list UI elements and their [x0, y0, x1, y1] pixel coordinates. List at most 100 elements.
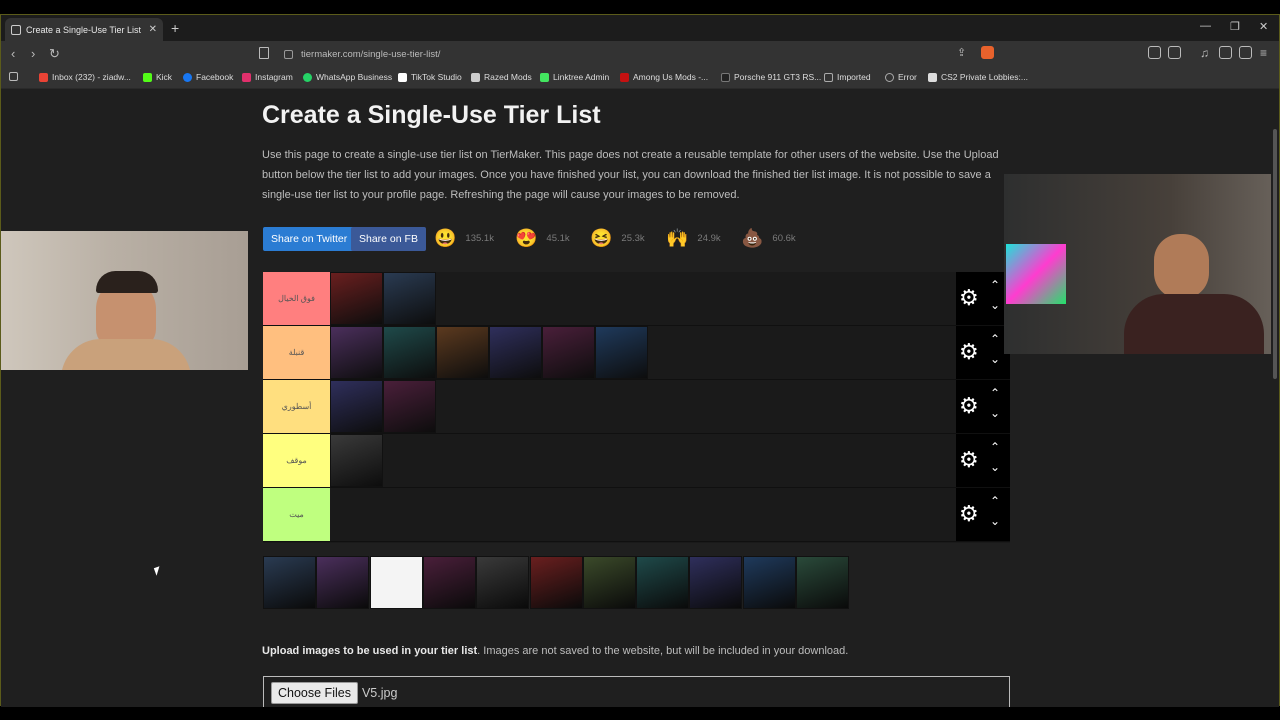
move-up-icon[interactable]: ⌃: [990, 332, 1000, 346]
bookmark-instagram[interactable]: Instagram: [242, 72, 293, 82]
reload-icon[interactable]: ↻: [49, 46, 60, 62]
facebook-icon: [183, 72, 192, 82]
pool-image[interactable]: [369, 556, 423, 609]
bookmark-razed[interactable]: Razed Mods: [471, 72, 532, 82]
close-window-icon[interactable]: ✕: [1259, 20, 1268, 33]
move-down-icon[interactable]: ⌄: [990, 406, 1000, 420]
sidebar-icon[interactable]: [1219, 46, 1232, 59]
streamer-body: [61, 339, 191, 370]
reaction-heart-eyes[interactable]: 😍 45.1k: [515, 228, 570, 248]
reaction-smile[interactable]: 😃 135.1k: [434, 228, 494, 248]
move-down-icon[interactable]: ⌄: [990, 298, 1000, 312]
new-tab-icon[interactable]: +: [171, 20, 179, 36]
scrollbar[interactable]: [1271, 89, 1279, 707]
linktree-icon: [540, 72, 549, 82]
move-up-icon[interactable]: ⌃: [990, 278, 1000, 292]
back-icon[interactable]: ‹: [11, 46, 15, 61]
pool-image[interactable]: [422, 556, 476, 609]
move-down-icon[interactable]: ⌄: [990, 352, 1000, 366]
brave-shield-icon[interactable]: [981, 46, 994, 59]
file-input[interactable]: Choose Files V5.jpg: [263, 676, 1010, 707]
pool-image[interactable]: [263, 556, 316, 609]
pool-image[interactable]: [529, 556, 583, 609]
tier-image[interactable]: [330, 272, 383, 325]
bookmark-label: Porsche 911 GT3 RS...: [734, 72, 822, 82]
tier-image[interactable]: [330, 380, 383, 433]
pool-image[interactable]: [796, 556, 849, 609]
site-info-icon[interactable]: [284, 49, 293, 59]
gear-icon[interactable]: ⚙: [959, 394, 979, 418]
bookmark-label: WhatsApp Business: [316, 72, 393, 82]
bookmark-porsche[interactable]: Porsche 911 GT3 RS...: [721, 72, 821, 82]
tier-image[interactable]: [383, 272, 436, 325]
choose-files-button[interactable]: Choose Files: [271, 682, 358, 704]
tier-label[interactable]: قنبلة: [263, 326, 330, 379]
pool-image[interactable]: [316, 556, 370, 609]
bookmark-among-us[interactable]: Among Us Mods -...: [620, 72, 708, 82]
extensions-icon[interactable]: [1148, 46, 1161, 59]
music-icon[interactable]: ♫: [1200, 46, 1209, 60]
share-facebook-button[interactable]: Share on FB: [351, 227, 426, 251]
close-tab-icon[interactable]: ✕: [149, 24, 157, 35]
tier-image[interactable]: [330, 326, 383, 379]
move-up-icon[interactable]: ⌃: [990, 494, 1000, 508]
reaction-poop[interactable]: 💩 60.6k: [741, 228, 796, 248]
restore-icon[interactable]: ❐: [1230, 20, 1240, 33]
pool-image[interactable]: [689, 556, 743, 609]
browser-tab[interactable]: Create a Single-Use Tier List (Pr... ✕: [5, 18, 163, 41]
reaction-hands[interactable]: 🙌 24.9k: [666, 228, 721, 248]
pool-image[interactable]: [582, 556, 636, 609]
pool-image[interactable]: [476, 556, 530, 609]
move-down-icon[interactable]: ⌄: [990, 514, 1000, 528]
bookmark-linktree[interactable]: Linktree Admin: [540, 72, 609, 82]
tier-row: ميت ⚙ ⌃ ⌄: [263, 488, 1010, 542]
tier-image[interactable]: [383, 326, 436, 379]
menu-icon[interactable]: ≡: [1260, 46, 1267, 60]
reaction-laugh[interactable]: 😆 25.3k: [590, 228, 645, 248]
tier-controls: ⚙ ⌃ ⌄: [956, 272, 1010, 325]
pool-image[interactable]: [636, 556, 690, 609]
tier-image[interactable]: [330, 434, 383, 487]
bookmark-imported[interactable]: Imported: [824, 72, 871, 82]
apps-grid-icon[interactable]: [9, 72, 18, 81]
forward-icon[interactable]: ›: [31, 46, 35, 61]
address-bar[interactable]: tiermaker.com/single-use-tier-list/: [284, 45, 1004, 63]
pool-image[interactable]: [742, 556, 796, 609]
bookmark-icon[interactable]: [259, 47, 269, 59]
rgb-pc-case: [1006, 244, 1066, 304]
move-up-icon[interactable]: ⌃: [990, 386, 1000, 400]
tier-image[interactable]: [542, 326, 595, 379]
tier-label[interactable]: ميت: [263, 488, 330, 541]
move-down-icon[interactable]: ⌄: [990, 460, 1000, 474]
gmail-icon: [39, 72, 48, 82]
wallet-icon[interactable]: [1239, 46, 1252, 59]
bookmark-facebook[interactable]: Facebook: [183, 72, 233, 82]
bookmark-label: Kick: [156, 72, 173, 82]
gear-icon[interactable]: ⚙: [959, 502, 979, 526]
tier-image[interactable]: [436, 326, 489, 379]
bookmark-inbox[interactable]: Inbox (232) - ziadw...: [39, 72, 131, 82]
tier-label[interactable]: موقف: [263, 434, 330, 487]
tier-image[interactable]: [489, 326, 542, 379]
move-up-icon[interactable]: ⌃: [990, 440, 1000, 454]
tier-controls: ⚙ ⌃ ⌄: [956, 434, 1010, 487]
tier-image[interactable]: [383, 380, 436, 433]
bookmark-cs2[interactable]: CS2 Private Lobbies:...: [928, 72, 1028, 82]
browser-window: Create a Single-Use Tier List (Pr... ✕ +…: [0, 14, 1280, 707]
bookmark-tiktok[interactable]: TikTok Studio: [398, 72, 462, 82]
gear-icon[interactable]: ⚙: [959, 340, 979, 364]
scrollbar-thumb[interactable]: [1273, 129, 1277, 379]
tier-label[interactable]: أسطوري: [263, 380, 330, 433]
gear-icon[interactable]: ⚙: [959, 286, 979, 310]
screenshot-icon[interactable]: [1168, 46, 1181, 59]
tier-image[interactable]: [595, 326, 648, 379]
bookmark-kick[interactable]: Kick: [143, 72, 172, 82]
share-twitter-button[interactable]: Share on Twitter: [263, 227, 356, 251]
minimize-icon[interactable]: —: [1200, 20, 1211, 32]
bookmark-whatsapp[interactable]: WhatsApp Business: [303, 72, 392, 82]
razed-icon: [471, 72, 480, 82]
share-icon[interactable]: ⇪: [957, 46, 966, 59]
tier-label[interactable]: فوق الخيال: [263, 272, 330, 325]
bookmark-error[interactable]: Error: [885, 72, 917, 82]
gear-icon[interactable]: ⚙: [959, 448, 979, 472]
